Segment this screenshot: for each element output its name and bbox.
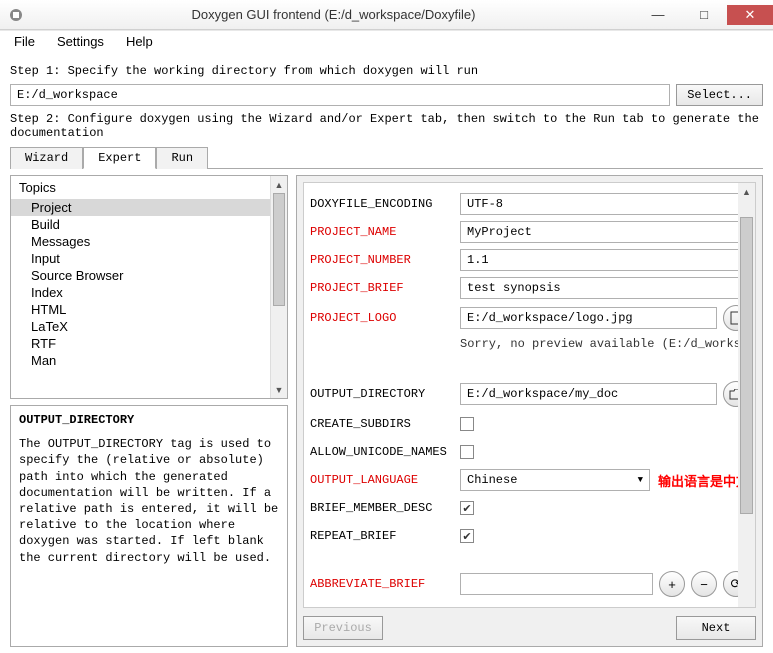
topic-latex[interactable]: LaTeX xyxy=(11,318,270,335)
menu-help[interactable]: Help xyxy=(118,32,161,51)
checkbox-brief-member-desc[interactable]: ✔ xyxy=(460,501,474,515)
select-button[interactable]: Select... xyxy=(676,84,763,106)
input-project-logo[interactable] xyxy=(460,307,717,329)
next-button[interactable]: Next xyxy=(676,616,756,640)
menu-settings[interactable]: Settings xyxy=(49,32,112,51)
window-title: Doxygen GUI frontend (E:/d_workspace/Dox… xyxy=(32,7,635,22)
label-output-directory: OUTPUT_DIRECTORY xyxy=(310,387,460,401)
titlebar: Doxygen GUI frontend (E:/d_workspace/Dox… xyxy=(0,0,773,30)
label-project-number: PROJECT_NUMBER xyxy=(310,253,460,267)
topics-scrollbar[interactable]: ▲ ▼ xyxy=(270,176,287,398)
app-icon xyxy=(8,7,24,23)
topic-man[interactable]: Man xyxy=(11,352,270,369)
tab-expert[interactable]: Expert xyxy=(83,147,156,169)
scroll-up-icon[interactable]: ▲ xyxy=(271,176,287,193)
previous-button[interactable]: Previous xyxy=(303,616,383,640)
select-output-language-value: Chinese xyxy=(467,473,517,487)
menu-file[interactable]: File xyxy=(6,32,43,51)
checkbox-allow-unicode-names[interactable] xyxy=(460,445,474,459)
plus-icon: + xyxy=(668,577,676,592)
minus-icon: − xyxy=(700,577,708,592)
topic-source-browser[interactable]: Source Browser xyxy=(11,267,270,284)
input-doxyfile-encoding[interactable] xyxy=(460,193,749,215)
label-project-logo: PROJECT_LOGO xyxy=(310,311,460,325)
logo-preview-note: Sorry, no preview available (E:/d_works xyxy=(310,337,749,351)
step2-label: Step 2: Configure doxygen using the Wiza… xyxy=(10,112,763,140)
tab-wizard[interactable]: Wizard xyxy=(10,147,83,169)
help-panel: OUTPUT_DIRECTORY The OUTPUT_DIRECTORY ta… xyxy=(10,405,288,647)
topics-header: Topics xyxy=(11,176,270,199)
label-project-brief: PROJECT_BRIEF xyxy=(310,281,460,295)
minimize-button[interactable]: — xyxy=(635,5,681,25)
input-output-directory[interactable] xyxy=(460,383,717,405)
form-scrollbar[interactable]: ▲ xyxy=(738,183,755,607)
label-brief-member-desc: BRIEF_MEMBER_DESC xyxy=(310,501,460,515)
input-project-name[interactable] xyxy=(460,221,749,243)
label-output-language: OUTPUT_LANGUAGE xyxy=(310,473,460,487)
label-project-name: PROJECT_NAME xyxy=(310,225,460,239)
topic-html[interactable]: HTML xyxy=(11,301,270,318)
close-button[interactable]: ✕ xyxy=(727,5,773,25)
topic-input[interactable]: Input xyxy=(11,250,270,267)
topic-rtf[interactable]: RTF xyxy=(11,335,270,352)
label-repeat-brief: REPEAT_BRIEF xyxy=(310,529,460,543)
step1-label: Step 1: Specify the working directory fr… xyxy=(10,64,763,78)
checkbox-create-subdirs[interactable] xyxy=(460,417,474,431)
help-body: The OUTPUT_DIRECTORY tag is used to spec… xyxy=(19,436,279,566)
topic-messages[interactable]: Messages xyxy=(11,233,270,250)
label-create-subdirs: CREATE_SUBDIRS xyxy=(310,417,460,431)
form-area: DOXYFILE_ENCODING PROJECT_NAME PROJECT_N… xyxy=(303,182,756,608)
select-output-language[interactable]: Chinese ▼ xyxy=(460,469,650,491)
topics-panel: Topics Project Build Messages Input Sour… xyxy=(10,175,288,399)
checkbox-repeat-brief[interactable]: ✔ xyxy=(460,529,474,543)
output-language-annotation: 输出语言是中文 xyxy=(658,471,749,490)
tabstrip: Wizard Expert Run xyxy=(10,146,763,169)
label-doxyfile-encoding: DOXYFILE_ENCODING xyxy=(310,197,460,211)
scroll-up-icon[interactable]: ▲ xyxy=(738,183,755,200)
menubar: File Settings Help xyxy=(0,30,773,52)
label-allow-unicode-names: ALLOW_UNICODE_NAMES xyxy=(310,445,460,459)
scroll-down-icon[interactable]: ▼ xyxy=(271,381,287,398)
topic-project[interactable]: Project xyxy=(11,199,270,216)
add-button[interactable]: + xyxy=(659,571,685,597)
tab-run[interactable]: Run xyxy=(156,147,208,169)
input-abbreviate-brief[interactable] xyxy=(460,573,653,595)
topic-build[interactable]: Build xyxy=(11,216,270,233)
input-project-number[interactable] xyxy=(460,249,749,271)
workdir-input[interactable] xyxy=(10,84,670,106)
remove-button[interactable]: − xyxy=(691,571,717,597)
maximize-button[interactable]: □ xyxy=(681,5,727,25)
topic-index[interactable]: Index xyxy=(11,284,270,301)
help-title: OUTPUT_DIRECTORY xyxy=(19,412,279,428)
input-project-brief[interactable] xyxy=(460,277,749,299)
label-abbreviate-brief: ABBREVIATE_BRIEF xyxy=(310,577,460,591)
chevron-down-icon: ▼ xyxy=(638,475,643,485)
